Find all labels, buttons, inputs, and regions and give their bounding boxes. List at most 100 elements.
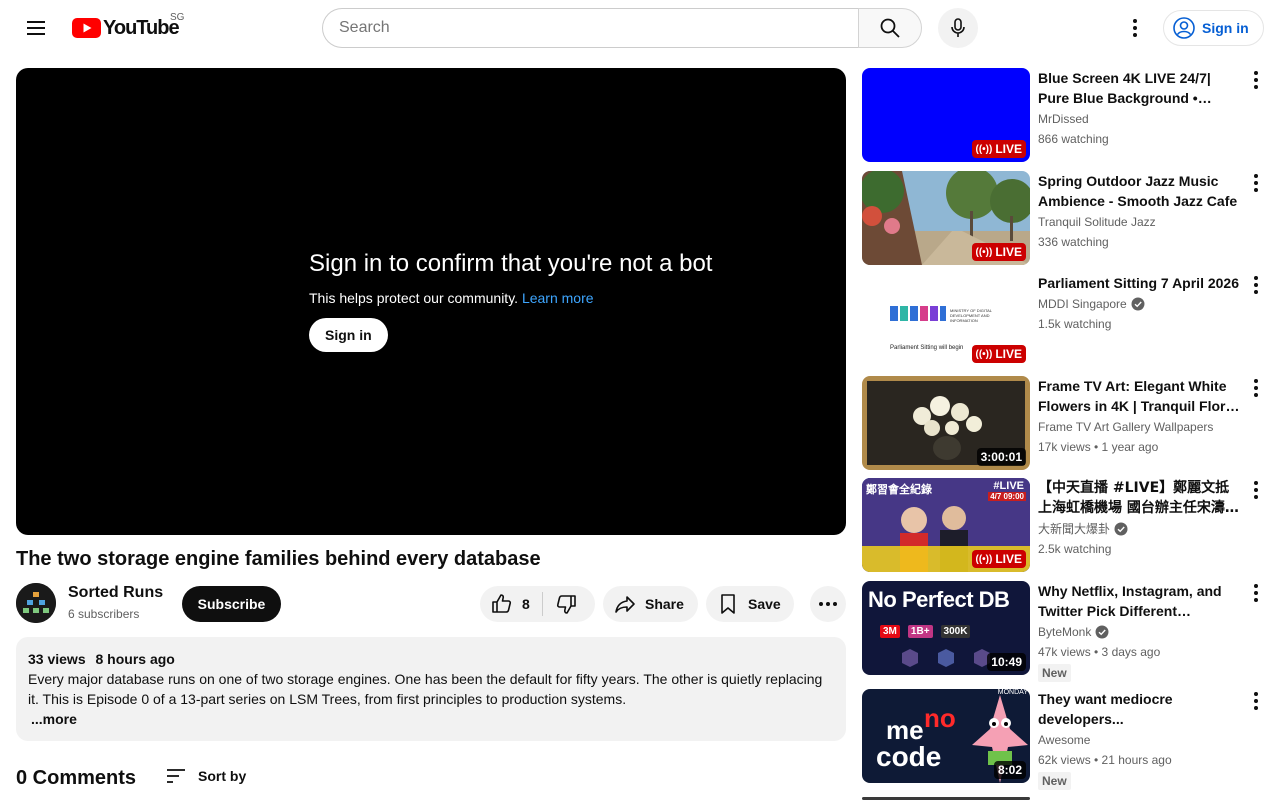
recommended-video[interactable]: MONDAY me no code 8:02 They want mediocr… bbox=[862, 689, 1264, 790]
thumbnail-live-tag: #LIVE bbox=[993, 480, 1024, 492]
thumbnail-stats: 3M 1B+ 300K bbox=[880, 625, 971, 638]
vertical-dots-icon bbox=[1254, 71, 1258, 89]
video-title[interactable]: Why Netflix, Instagram, and Twitter Pick… bbox=[1038, 581, 1242, 621]
player-signin-button[interactable]: Sign in bbox=[309, 318, 388, 352]
channel-avatar[interactable] bbox=[16, 583, 56, 623]
live-broadcast-icon: ((•)) bbox=[975, 348, 993, 360]
sort-icon bbox=[167, 769, 185, 783]
signin-button[interactable]: Sign in bbox=[1163, 10, 1264, 46]
channel-name[interactable]: MrDissed bbox=[1038, 109, 1242, 129]
share-button[interactable]: Share bbox=[603, 586, 698, 622]
video-info: Why Netflix, Instagram, and Twitter Pick… bbox=[1038, 581, 1242, 682]
sort-comments-button[interactable]: Sort by bbox=[164, 764, 246, 788]
subscribe-button[interactable]: Subscribe bbox=[182, 586, 281, 622]
video-meta: 17k views • 1 year ago bbox=[1038, 440, 1159, 454]
video-info: They want mediocre developers... Awesome… bbox=[1038, 689, 1242, 790]
video-thumbnail[interactable]: MINISTRY OF DIGITAL DEVELOPMENT AND INFO… bbox=[862, 273, 1030, 367]
guide-menu-button[interactable] bbox=[16, 8, 56, 48]
video-title[interactable]: They want mediocre developers... bbox=[1038, 689, 1242, 729]
youtube-logo[interactable]: YouTube bbox=[72, 16, 180, 40]
channel-name[interactable]: Awesome bbox=[1038, 730, 1242, 750]
channel-name[interactable]: Frame TV Art Gallery Wallpapers bbox=[1038, 417, 1242, 437]
vertical-dots-icon bbox=[1254, 584, 1258, 602]
sort-label: Sort by bbox=[198, 768, 247, 784]
learn-more-link[interactable]: Learn more bbox=[522, 290, 594, 306]
save-button[interactable]: Save bbox=[706, 586, 794, 622]
live-broadcast-icon: ((•)) bbox=[975, 553, 993, 565]
recommended-video[interactable]: MINISTRY OF DIGITAL DEVELOPMENT AND INFO… bbox=[862, 273, 1264, 367]
new-badge: New bbox=[1038, 664, 1071, 682]
share-icon bbox=[615, 596, 635, 613]
vertical-dots-icon bbox=[1254, 692, 1258, 710]
thumbs-down-icon bbox=[556, 595, 576, 614]
vertical-dots-icon bbox=[1254, 379, 1258, 397]
channel-avatar-graphic bbox=[16, 583, 56, 623]
voice-search-button[interactable] bbox=[938, 8, 978, 48]
video-info: Parliament Sitting 7 April 2026 MDDI Sin… bbox=[1038, 273, 1242, 334]
more-actions-button[interactable] bbox=[810, 586, 846, 622]
video-title[interactable]: 【中天直播 #LIVE】鄭麗文抵上海虹橋機場 國台辦主任宋濤親迎 bbox=[1038, 478, 1242, 518]
thumbnail-date: 4/7 09:00 bbox=[988, 492, 1026, 501]
recommended-video[interactable]: ((•)) LIVE Blue Screen 4K LIVE 24/7| Pure… bbox=[862, 68, 1264, 162]
dislike-button[interactable] bbox=[543, 586, 578, 622]
save-label: Save bbox=[748, 596, 781, 612]
video-meta: 62k views • 21 hours ago bbox=[1038, 753, 1172, 767]
recommended-video[interactable]: No Perfect DB 3M 1B+ 300K 10:49 Why Netf… bbox=[862, 581, 1264, 682]
horizontal-dots-icon bbox=[819, 602, 837, 606]
video-menu-button[interactable] bbox=[1244, 376, 1268, 400]
video-title[interactable]: Parliament Sitting 7 April 2026 bbox=[1038, 273, 1242, 293]
video-thumbnail[interactable]: 鄭習會全紀錄 #LIVE 4/7 09:00 ((•)) LIVE bbox=[862, 478, 1030, 572]
video-info: Blue Screen 4K LIVE 24/7| Pure Blue Back… bbox=[1038, 68, 1242, 149]
like-dislike-group: 8 bbox=[480, 586, 595, 622]
video-title[interactable]: Spring Outdoor Jazz Music Ambience - Smo… bbox=[1038, 171, 1242, 211]
channel-name[interactable]: MDDI Singapore bbox=[1038, 294, 1242, 314]
channel-name[interactable]: ByteMonk bbox=[1038, 622, 1242, 642]
youtube-play-icon bbox=[72, 18, 101, 38]
description-box[interactable]: 33 views 8 hours ago Every major databas… bbox=[16, 637, 846, 741]
video-menu-button[interactable] bbox=[1244, 68, 1268, 92]
video-thumbnail[interactable]: No Perfect DB 3M 1B+ 300K 10:49 bbox=[862, 581, 1030, 675]
channel-name[interactable]: 大新聞大爆卦 bbox=[1038, 519, 1242, 539]
microphone-icon bbox=[951, 18, 965, 37]
video-title[interactable]: Frame TV Art: Elegant White Flowers in 4… bbox=[1038, 376, 1242, 416]
subscriber-count: 6 subscribers bbox=[68, 607, 140, 621]
description-more-button[interactable]: ...more bbox=[28, 709, 834, 729]
search-button[interactable] bbox=[858, 8, 922, 48]
video-thumbnail[interactable]: ((•)) LIVE bbox=[862, 68, 1030, 162]
like-button[interactable]: 8 bbox=[480, 586, 542, 622]
verified-check-icon bbox=[1131, 297, 1145, 311]
video-menu-button[interactable] bbox=[1244, 273, 1268, 297]
channel-text: MrDissed bbox=[1038, 112, 1089, 126]
video-info: Spring Outdoor Jazz Music Ambience - Smo… bbox=[1038, 171, 1242, 252]
channel-name[interactable]: Tranquil Solitude Jazz bbox=[1038, 212, 1242, 232]
masthead: YouTube SG Sign in bbox=[0, 0, 1280, 56]
settings-more-button[interactable] bbox=[1115, 8, 1155, 48]
video-thumbnail[interactable]: 3:00:01 bbox=[862, 376, 1030, 470]
video-menu-button[interactable] bbox=[1244, 171, 1268, 195]
video-title[interactable]: Blue Screen 4K LIVE 24/7| Pure Blue Back… bbox=[1038, 68, 1242, 108]
recommended-video[interactable]: ((•)) LIVE Spring Outdoor Jazz Music Ambi… bbox=[862, 171, 1264, 265]
hamburger-icon bbox=[27, 21, 45, 35]
recommended-video[interactable]: 3:00:01 Frame TV Art: Elegant White Flow… bbox=[862, 376, 1264, 470]
video-thumbnail[interactable]: MONDAY me no code 8:02 bbox=[862, 689, 1030, 783]
thumbnail-word-code: code bbox=[876, 741, 942, 772]
thumbnail-tag: 鄭習會全紀錄 bbox=[866, 484, 932, 496]
duration-badge: 8:02 bbox=[993, 761, 1026, 779]
live-badge: ((•)) LIVE bbox=[971, 550, 1026, 568]
verified-check-icon bbox=[1114, 522, 1128, 536]
signin-label: Sign in bbox=[1202, 20, 1249, 36]
video-player[interactable]: Sign in to confirm that you're not a bot… bbox=[16, 68, 846, 535]
video-thumbnail[interactable]: ((•)) LIVE bbox=[862, 171, 1030, 265]
stat-instagram: 1B+ bbox=[907, 625, 933, 638]
channel-text: Awesome bbox=[1038, 733, 1091, 747]
badge-label: LIVE bbox=[995, 552, 1022, 566]
channel-name[interactable]: Sorted Runs bbox=[68, 584, 163, 602]
bot-check-overlay: Sign in to confirm that you're not a bot… bbox=[309, 250, 712, 352]
video-menu-button[interactable] bbox=[1244, 689, 1268, 713]
badge-label: LIVE bbox=[995, 245, 1022, 259]
search-input[interactable] bbox=[322, 8, 859, 48]
video-menu-button[interactable] bbox=[1244, 581, 1268, 605]
recommended-video[interactable]: 鄭習會全紀錄 #LIVE 4/7 09:00 ((•)) LIVE 【中天直播 #… bbox=[862, 478, 1264, 572]
video-menu-button[interactable] bbox=[1244, 478, 1268, 502]
search-icon bbox=[880, 18, 900, 38]
